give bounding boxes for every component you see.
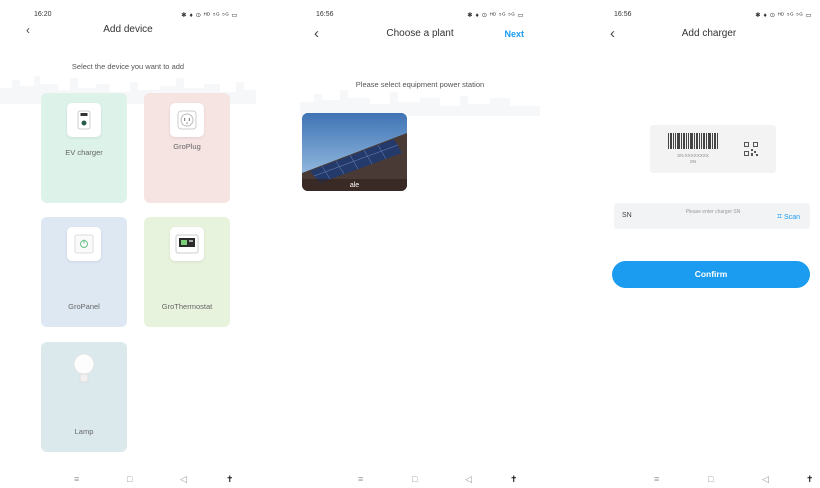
barcode-caption: SN:XXXXXXXX SN <box>677 153 709 164</box>
home-icon[interactable]: □ <box>708 474 713 484</box>
status-icons: ✱ ♦ ⊙ ᴴᴰ ⁵ᴳ ⁵ᴳ ▭ <box>755 12 812 19</box>
select-plant-prompt: Please select equipment power station <box>355 80 485 89</box>
select-device-subtitle: Select the device you want to add <box>71 62 185 71</box>
lamp-card[interactable]: Lamp <box>41 342 127 452</box>
sn-label: SN <box>622 212 632 219</box>
plug-socket-icon <box>170 103 204 137</box>
add-device-screen: 16:20 ✱ ♦ ⊙ ᴴᴰ ⁵ᴳ ⁵ᴳ ▭ ‹ Add device Sele… <box>0 0 256 488</box>
system-nav-bar: ≡ □ ◁ ✝ <box>598 474 820 488</box>
back-icon[interactable]: ◁ <box>465 474 472 485</box>
card-label: GroPanel <box>68 302 100 311</box>
solar-roof-image <box>302 113 407 191</box>
grothermostat-card[interactable]: GroThermostat <box>144 217 230 327</box>
status-time: 16:20 <box>34 11 52 18</box>
status-bar: 16:56 ✱ ♦ ⊙ ᴴᴰ ⁵ᴳ ⁵ᴳ ▭ <box>614 11 812 21</box>
plant-card[interactable]: ale <box>302 113 407 191</box>
thermostat-icon <box>170 227 204 261</box>
header: ‹ Add device <box>0 22 256 46</box>
scan-icon: ⌗ <box>777 211 783 221</box>
ev-charger-card[interactable]: EV charger <box>41 93 127 203</box>
sn-input-row[interactable]: SN Please enter charger SN ⌗ Scan <box>614 203 810 229</box>
back-icon[interactable]: ◁ <box>180 474 187 485</box>
light-bulb-icon <box>67 352 101 386</box>
confirm-button[interactable]: Confirm <box>612 261 810 288</box>
gropanel-card[interactable]: GroPanel <box>41 217 127 327</box>
page-title: Add charger <box>681 28 737 39</box>
header: ‹ Choose a plant Next <box>300 22 540 46</box>
accessibility-icon[interactable]: ✝ <box>510 474 518 485</box>
card-label: Lamp <box>74 427 94 436</box>
scan-button[interactable]: ⌗ Scan <box>777 211 800 222</box>
plant-name: ale <box>349 182 360 189</box>
status-time: 16:56 <box>316 11 334 18</box>
page-title: Add device <box>103 24 153 35</box>
status-bar: 16:20 ✱ ♦ ⊙ ᴴᴰ ⁵ᴳ ⁵ᴳ ▭ <box>34 11 238 21</box>
card-label: GroPlug <box>173 142 201 151</box>
menu-icon[interactable]: ≡ <box>74 474 79 484</box>
card-label: GroThermostat <box>161 302 213 311</box>
system-nav-bar: ≡ □ ◁ ✝ <box>0 474 256 488</box>
status-time: 16:56 <box>614 11 632 18</box>
status-bar: 16:56 ✱ ♦ ⊙ ᴴᴰ ⁵ᴳ ⁵ᴳ ▭ <box>316 11 524 21</box>
next-button[interactable]: Next <box>504 29 524 39</box>
choose-plant-screen: 16:56 ✱ ♦ ⊙ ᴴᴰ ⁵ᴳ ⁵ᴳ ▭ ‹ Choose a plant … <box>300 0 540 488</box>
menu-icon[interactable]: ≡ <box>358 474 363 484</box>
accessibility-icon[interactable]: ✝ <box>806 474 814 485</box>
qr-code-icon <box>744 142 758 156</box>
back-icon[interactable]: ◁ <box>762 474 769 485</box>
sn-input[interactable]: Please enter charger SN <box>678 209 748 215</box>
header: ‹ Add charger <box>598 22 820 46</box>
ev-charger-icon <box>67 103 101 137</box>
barcode-icon <box>668 133 718 149</box>
accessibility-icon[interactable]: ✝ <box>226 474 234 485</box>
menu-icon[interactable]: ≡ <box>654 474 659 484</box>
sn-label-illustration: SN:XXXXXXXX SN <box>650 125 776 173</box>
card-label: EV charger <box>65 148 103 157</box>
system-nav-bar: ≡ □ ◁ ✝ <box>300 474 540 488</box>
add-charger-screen: 16:56 ✱ ♦ ⊙ ᴴᴰ ⁵ᴳ ⁵ᴳ ▭ ‹ Add charger SN:… <box>598 0 820 488</box>
home-icon[interactable]: □ <box>127 474 132 484</box>
groplug-card[interactable]: GroPlug <box>144 93 230 203</box>
back-arrow-icon[interactable]: ‹ <box>26 22 42 38</box>
status-icons: ✱ ♦ ⊙ ᴴᴰ ⁵ᴳ ⁵ᴳ ▭ <box>467 12 524 19</box>
home-icon[interactable]: □ <box>412 474 417 484</box>
power-switch-icon <box>67 227 101 261</box>
status-icons: ✱ ♦ ⊙ ᴴᴰ ⁵ᴳ ⁵ᴳ ▭ <box>181 12 238 19</box>
